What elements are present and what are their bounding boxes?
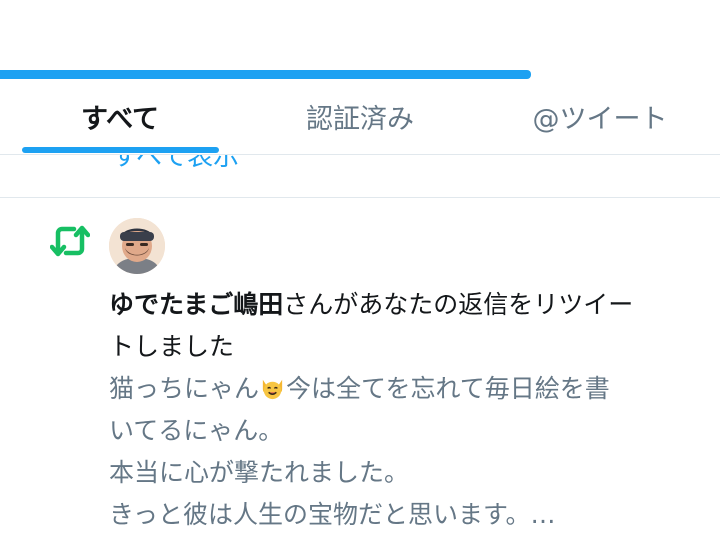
loading-progress-bar (0, 70, 531, 79)
retweeted-reply-text: 猫っちにゃん 今は全てを忘れて毎日絵を書 いてるにゃん。 本当に心が撃たれました。… (109, 368, 709, 536)
active-tab-indicator (22, 147, 219, 153)
tab-all[interactable]: すべて (0, 79, 240, 153)
user-avatar[interactable] (109, 218, 165, 274)
notification-item[interactable]: ゆでたまご嶋田さんがあなたの返信をリツイー トしました 猫っちにゃん 今は全てを忘… (0, 198, 720, 557)
user-name[interactable]: ゆでたまご嶋田 (109, 290, 283, 319)
notification-tabs: すべて 認証済み @ツイート (0, 79, 720, 153)
tweet-line-2: 今は全てを忘れて毎日絵を書 (286, 374, 610, 403)
action-text-1: さんがあなたの返信をリツイー (283, 290, 634, 319)
retweet-icon (50, 225, 90, 257)
top-bar (0, 0, 720, 70)
show-all-link[interactable]: すべて表示 (112, 155, 239, 177)
notification-text: ゆでたまご嶋田さんがあなたの返信をリツイー トしました (109, 284, 709, 368)
tab-verified-label: 認証済み (306, 103, 414, 135)
tab-mentions-label: @ツイート (532, 103, 668, 135)
tab-mentions[interactable]: @ツイート (480, 79, 720, 153)
tweet-line-4: 本当に心が撃たれました。 (109, 458, 410, 487)
action-text-2: トしました (109, 332, 235, 361)
tweet-line-1: 猫っちにゃん (109, 374, 260, 403)
tweet-line-3: いてるにゃん。 (109, 416, 284, 445)
tweet-line-5: きっと彼は人生の宝物だと思います。… (109, 500, 556, 529)
tab-all-label: すべて (80, 103, 160, 135)
tabs-divider (0, 154, 720, 155)
cat-face-emoji (262, 379, 283, 400)
tab-verified[interactable]: 認証済み (240, 79, 480, 153)
show-all-label: すべて表示 (112, 155, 240, 172)
